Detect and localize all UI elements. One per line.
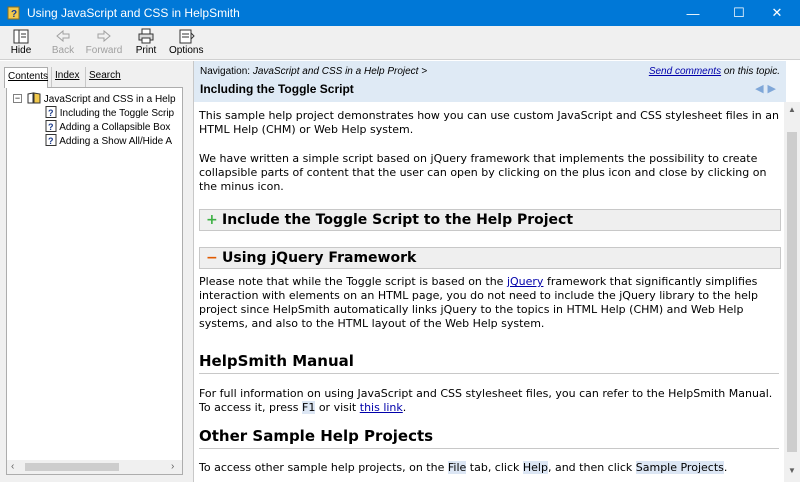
collapsible-box-include[interactable]: + Include the Toggle Script to the Help P… xyxy=(199,209,781,231)
scroll-right-icon[interactable]: › xyxy=(171,461,174,472)
hide-label: Hide xyxy=(10,45,32,56)
page-title: Including the Toggle Script xyxy=(200,82,354,96)
tree-item-show-all[interactable]: ? Adding a Show All/Hide A xyxy=(45,134,172,147)
window-title: Using JavaScript and CSS in HelpSmith xyxy=(27,6,240,20)
print-label: Print xyxy=(135,45,157,56)
next-topic-icon[interactable]: ▶ xyxy=(768,83,780,95)
tree-item-collapsible-box[interactable]: ? Adding a Collapsible Box xyxy=(45,120,170,133)
back-label: Back xyxy=(51,45,75,56)
heading-helpsmith-manual: HelpSmith Manual xyxy=(199,354,779,374)
text-run: Please note that while the Toggle script… xyxy=(199,275,507,288)
text-run: , and then click xyxy=(547,461,636,474)
jquery-paragraph: Please note that while the Toggle script… xyxy=(199,275,779,331)
collapsible-box-title: Include the Toggle Script to the Help Pr… xyxy=(222,212,574,228)
scroll-left-icon[interactable]: ‹ xyxy=(11,461,14,472)
svg-text:?: ? xyxy=(11,9,17,20)
help-topic-icon: ? xyxy=(45,106,57,118)
horizontal-scrollbar[interactable]: ‹ › xyxy=(7,460,182,474)
help-app-icon: ? xyxy=(7,6,20,20)
manual-paragraph: For full information on using JavaScript… xyxy=(199,387,779,415)
ui-term-file: File xyxy=(447,461,467,474)
forward-arrow-icon xyxy=(97,29,111,43)
send-comments: Send comments on this topic. xyxy=(649,66,780,77)
description-paragraph: We have written a simple script based on… xyxy=(199,152,767,193)
jquery-link[interactable]: jQuery xyxy=(507,275,544,288)
hide-button[interactable]: Hide xyxy=(8,28,34,58)
text-run: For full information on using JavaScript… xyxy=(199,387,773,414)
topic-nav-arrows: ◀▶ xyxy=(755,82,780,95)
tab-index[interactable]: Index xyxy=(51,67,81,87)
svg-text:?: ? xyxy=(48,136,54,146)
print-button[interactable]: Print xyxy=(134,28,158,58)
collapsible-box-jquery[interactable]: − Using jQuery Framework xyxy=(199,247,781,269)
tree-item-label: Adding a Collapsible Box xyxy=(59,122,171,133)
topic-pane: Navigation: JavaScript and CSS in a Help… xyxy=(194,61,800,482)
tree-item-label: JavaScript and CSS in a Help xyxy=(43,94,176,105)
printer-icon xyxy=(138,28,154,44)
intro-paragraph: This sample help project demonstrates ho… xyxy=(199,109,779,136)
tab-contents[interactable]: Contents xyxy=(4,67,48,88)
tree-item-label: Including the Toggle Scrip xyxy=(59,108,175,119)
scroll-down-icon[interactable]: ▼ xyxy=(788,466,796,475)
breadcrumb-path[interactable]: JavaScript and CSS in a Help Project > xyxy=(253,66,427,77)
text-run: or visit xyxy=(315,401,360,414)
tree-item-root[interactable]: JavaScript and CSS in a Help xyxy=(27,92,176,105)
open-book-icon xyxy=(27,92,41,104)
svg-text:?: ? xyxy=(48,108,54,118)
title-bar: ? Using JavaScript and CSS in HelpSmith … xyxy=(0,0,800,26)
collapse-toggle-icon[interactable]: − xyxy=(13,94,22,103)
close-button[interactable]: ✕ xyxy=(754,0,800,26)
contents-tree[interactable]: − JavaScript and CSS in a Help ? Includi… xyxy=(6,87,183,475)
this-link[interactable]: this link xyxy=(360,401,403,414)
tree-item-toggle-script[interactable]: ? Including the Toggle Scrip xyxy=(45,106,174,119)
back-button[interactable]: Back xyxy=(49,28,77,58)
heading-other-samples: Other Sample Help Projects xyxy=(199,429,779,449)
breadcrumb: Navigation: JavaScript and CSS in a Help… xyxy=(200,66,427,77)
samples-paragraph: To access other sample help projects, on… xyxy=(199,461,779,475)
ui-term-sample-projects: Sample Projects xyxy=(635,461,724,474)
send-comments-suffix: on this topic. xyxy=(721,66,780,77)
send-comments-link[interactable]: Send comments xyxy=(649,66,721,77)
options-button[interactable]: Options xyxy=(169,28,203,58)
forward-label: Forward xyxy=(85,45,123,56)
key-f1: F1 xyxy=(302,401,316,414)
tab-search[interactable]: Search xyxy=(85,67,121,87)
options-icon xyxy=(179,29,195,44)
options-label: Options xyxy=(169,45,204,56)
toolbar: Hide Back Forward Print Options xyxy=(0,26,800,60)
svg-text:?: ? xyxy=(48,122,54,132)
breadcrumb-prefix: Navigation: xyxy=(200,66,253,77)
help-topic-icon: ? xyxy=(45,120,57,132)
text-run: tab, click xyxy=(466,461,523,474)
previous-topic-icon[interactable]: ◀ xyxy=(755,83,767,95)
hide-icon xyxy=(13,29,29,44)
ui-term-help: Help xyxy=(522,461,548,474)
text-run: . xyxy=(402,401,407,414)
text-run: To access other sample help projects, on… xyxy=(199,461,448,474)
vertical-scrollbar[interactable]: ▲ ▼ xyxy=(784,102,800,482)
scroll-thumb[interactable] xyxy=(787,132,797,452)
minimize-button[interactable]: — xyxy=(670,0,716,26)
collapsible-box-title: Using jQuery Framework xyxy=(222,250,417,266)
tree-item-label: Adding a Show All/Hide A xyxy=(59,136,173,147)
scroll-up-icon[interactable]: ▲ xyxy=(788,105,796,114)
navigation-pane: Contents Index Search − JavaScript and C… xyxy=(0,61,189,482)
text-run: . xyxy=(723,461,728,474)
back-arrow-icon xyxy=(56,29,70,43)
scroll-thumb[interactable] xyxy=(25,463,119,471)
forward-button[interactable]: Forward xyxy=(85,28,123,58)
plus-icon[interactable]: + xyxy=(206,210,218,230)
minus-icon[interactable]: − xyxy=(206,248,218,268)
help-topic-icon: ? xyxy=(45,134,57,146)
topic-header: Navigation: JavaScript and CSS in a Help… xyxy=(194,61,786,102)
